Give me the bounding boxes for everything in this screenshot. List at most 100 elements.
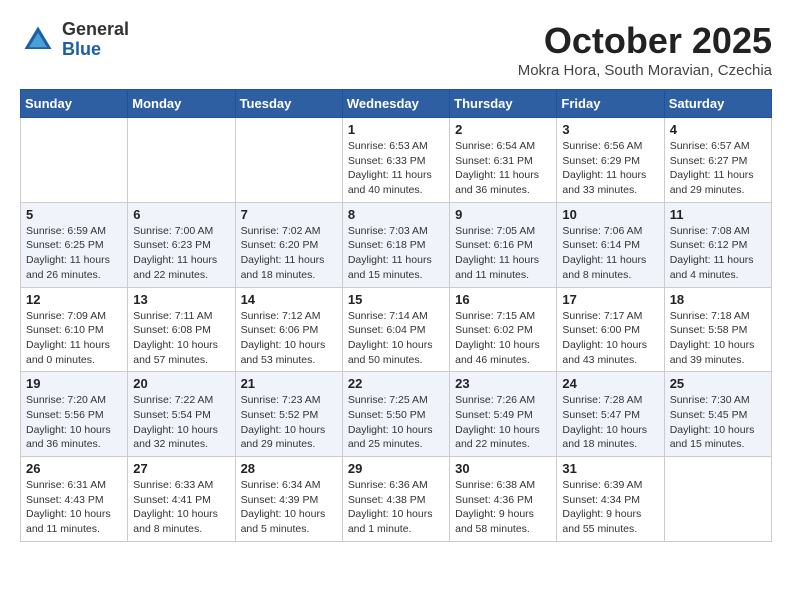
day-number: 6 <box>133 207 229 222</box>
weekday-header-tuesday: Tuesday <box>235 90 342 118</box>
day-info: Sunrise: 7:30 AM Sunset: 5:45 PM Dayligh… <box>670 393 766 452</box>
day-number: 15 <box>348 292 444 307</box>
day-number: 17 <box>562 292 658 307</box>
calendar-cell: 14 Sunrise: 7:12 AM Sunset: 6:06 PM Dayli… <box>235 287 342 372</box>
day-info: Sunrise: 6:38 AM Sunset: 4:36 PM Dayligh… <box>455 478 551 537</box>
day-number: 16 <box>455 292 551 307</box>
day-number: 22 <box>348 376 444 391</box>
calendar-cell: 7 Sunrise: 7:02 AM Sunset: 6:20 PM Daylig… <box>235 202 342 287</box>
day-number: 2 <box>455 122 551 137</box>
day-info: Sunrise: 7:09 AM Sunset: 6:10 PM Dayligh… <box>26 309 122 368</box>
day-info: Sunrise: 6:31 AM Sunset: 4:43 PM Dayligh… <box>26 478 122 537</box>
calendar-cell <box>235 118 342 203</box>
calendar-cell: 12 Sunrise: 7:09 AM Sunset: 6:10 PM Dayli… <box>21 287 128 372</box>
day-info: Sunrise: 7:18 AM Sunset: 5:58 PM Dayligh… <box>670 309 766 368</box>
day-number: 24 <box>562 376 658 391</box>
calendar-cell: 16Sunrise: 7:15 AM Sunset: 6:02 PM Dayli… <box>450 287 557 372</box>
weekday-header-thursday: Thursday <box>450 90 557 118</box>
day-number: 26 <box>26 461 122 476</box>
logo-icon <box>20 22 56 58</box>
calendar-cell: 20 Sunrise: 7:22 AM Sunset: 5:54 PM Dayli… <box>128 372 235 457</box>
calendar-cell: 30 Sunrise: 6:38 AM Sunset: 4:36 PM Dayli… <box>450 457 557 542</box>
calendar-cell <box>664 457 771 542</box>
day-number: 7 <box>241 207 337 222</box>
weekday-header-sunday: Sunday <box>21 90 128 118</box>
day-number: 23 <box>455 376 551 391</box>
calendar: SundayMondayTuesdayWednesdayThursdayFrid… <box>20 89 772 542</box>
day-number: 30 <box>455 461 551 476</box>
calendar-week-4: 19 Sunrise: 7:20 AM Sunset: 5:56 PM Dayli… <box>21 372 772 457</box>
day-number: 4 <box>670 122 766 137</box>
calendar-cell: 19 Sunrise: 7:20 AM Sunset: 5:56 PM Dayli… <box>21 372 128 457</box>
calendar-cell <box>21 118 128 203</box>
day-number: 14 <box>241 292 337 307</box>
day-info: Sunrise: 6:56 AM Sunset: 6:29 PM Dayligh… <box>562 139 658 198</box>
day-info: Sunrise: 7:26 AM Sunset: 5:49 PM Dayligh… <box>455 393 551 452</box>
day-number: 9 <box>455 207 551 222</box>
calendar-cell: 21 Sunrise: 7:23 AM Sunset: 5:52 PM Dayli… <box>235 372 342 457</box>
day-number: 19 <box>26 376 122 391</box>
day-number: 8 <box>348 207 444 222</box>
calendar-cell: 15Sunrise: 7:14 AM Sunset: 6:04 PM Dayli… <box>342 287 449 372</box>
calendar-cell: 27 Sunrise: 6:33 AM Sunset: 4:41 PM Dayli… <box>128 457 235 542</box>
weekday-header-saturday: Saturday <box>664 90 771 118</box>
calendar-week-1: 1Sunrise: 6:53 AM Sunset: 6:33 PM Daylig… <box>21 118 772 203</box>
calendar-week-2: 5Sunrise: 6:59 AM Sunset: 6:25 PM Daylig… <box>21 202 772 287</box>
header: General Blue October 2025 Mokra Hora, So… <box>20 20 772 79</box>
calendar-cell: 17 Sunrise: 7:17 AM Sunset: 6:00 PM Dayli… <box>557 287 664 372</box>
day-number: 10 <box>562 207 658 222</box>
day-number: 31 <box>562 461 658 476</box>
calendar-cell: 22 Sunrise: 7:25 AM Sunset: 5:50 PM Dayli… <box>342 372 449 457</box>
day-info: Sunrise: 7:12 AM Sunset: 6:06 PM Dayligh… <box>241 309 337 368</box>
day-info: Sunrise: 7:22 AM Sunset: 5:54 PM Dayligh… <box>133 393 229 452</box>
day-number: 21 <box>241 376 337 391</box>
calendar-week-3: 12 Sunrise: 7:09 AM Sunset: 6:10 PM Dayli… <box>21 287 772 372</box>
day-info: Sunrise: 7:03 AM Sunset: 6:18 PM Dayligh… <box>348 224 444 283</box>
calendar-cell: 26 Sunrise: 6:31 AM Sunset: 4:43 PM Dayli… <box>21 457 128 542</box>
day-info: Sunrise: 6:57 AM Sunset: 6:27 PM Dayligh… <box>670 139 766 198</box>
title-area: October 2025 Mokra Hora, South Moravian,… <box>518 20 772 79</box>
day-number: 12 <box>26 292 122 307</box>
day-info: Sunrise: 7:11 AM Sunset: 6:08 PM Dayligh… <box>133 309 229 368</box>
calendar-week-5: 26 Sunrise: 6:31 AM Sunset: 4:43 PM Dayli… <box>21 457 772 542</box>
calendar-cell: 24 Sunrise: 7:28 AM Sunset: 5:47 PM Dayli… <box>557 372 664 457</box>
day-info: Sunrise: 7:20 AM Sunset: 5:56 PM Dayligh… <box>26 393 122 452</box>
logo-general: General <box>62 19 129 39</box>
day-info: Sunrise: 7:23 AM Sunset: 5:52 PM Dayligh… <box>241 393 337 452</box>
calendar-cell: 11Sunrise: 7:08 AM Sunset: 6:12 PM Dayli… <box>664 202 771 287</box>
day-number: 27 <box>133 461 229 476</box>
day-number: 18 <box>670 292 766 307</box>
day-info: Sunrise: 6:33 AM Sunset: 4:41 PM Dayligh… <box>133 478 229 537</box>
day-number: 5 <box>26 207 122 222</box>
calendar-cell: 28 Sunrise: 6:34 AM Sunset: 4:39 PM Dayli… <box>235 457 342 542</box>
location-title: Mokra Hora, South Moravian, Czechia <box>518 62 772 79</box>
calendar-cell: 10Sunrise: 7:06 AM Sunset: 6:14 PM Dayli… <box>557 202 664 287</box>
day-info: Sunrise: 7:25 AM Sunset: 5:50 PM Dayligh… <box>348 393 444 452</box>
day-info: Sunrise: 6:39 AM Sunset: 4:34 PM Dayligh… <box>562 478 658 537</box>
weekday-header-row: SundayMondayTuesdayWednesdayThursdayFrid… <box>21 90 772 118</box>
day-info: Sunrise: 7:17 AM Sunset: 6:00 PM Dayligh… <box>562 309 658 368</box>
weekday-header-friday: Friday <box>557 90 664 118</box>
calendar-cell: 23 Sunrise: 7:26 AM Sunset: 5:49 PM Dayli… <box>450 372 557 457</box>
calendar-cell: 31 Sunrise: 6:39 AM Sunset: 4:34 PM Dayli… <box>557 457 664 542</box>
day-number: 13 <box>133 292 229 307</box>
calendar-cell: 2Sunrise: 6:54 AM Sunset: 6:31 PM Daylig… <box>450 118 557 203</box>
calendar-cell <box>128 118 235 203</box>
day-info: Sunrise: 7:05 AM Sunset: 6:16 PM Dayligh… <box>455 224 551 283</box>
day-info: Sunrise: 7:08 AM Sunset: 6:12 PM Dayligh… <box>670 224 766 283</box>
day-info: Sunrise: 7:28 AM Sunset: 5:47 PM Dayligh… <box>562 393 658 452</box>
calendar-cell: 4 Sunrise: 6:57 AM Sunset: 6:27 PM Daylig… <box>664 118 771 203</box>
weekday-header-monday: Monday <box>128 90 235 118</box>
day-info: Sunrise: 7:00 AM Sunset: 6:23 PM Dayligh… <box>133 224 229 283</box>
day-info: Sunrise: 6:34 AM Sunset: 4:39 PM Dayligh… <box>241 478 337 537</box>
calendar-cell: 5Sunrise: 6:59 AM Sunset: 6:25 PM Daylig… <box>21 202 128 287</box>
calendar-cell: 1Sunrise: 6:53 AM Sunset: 6:33 PM Daylig… <box>342 118 449 203</box>
day-number: 28 <box>241 461 337 476</box>
logo-blue: Blue <box>62 39 101 59</box>
logo-text: General Blue <box>62 20 129 60</box>
calendar-cell: 29Sunrise: 6:36 AM Sunset: 4:38 PM Dayli… <box>342 457 449 542</box>
day-info: Sunrise: 7:02 AM Sunset: 6:20 PM Dayligh… <box>241 224 337 283</box>
day-number: 20 <box>133 376 229 391</box>
day-number: 25 <box>670 376 766 391</box>
day-info: Sunrise: 6:36 AM Sunset: 4:38 PM Dayligh… <box>348 478 444 537</box>
